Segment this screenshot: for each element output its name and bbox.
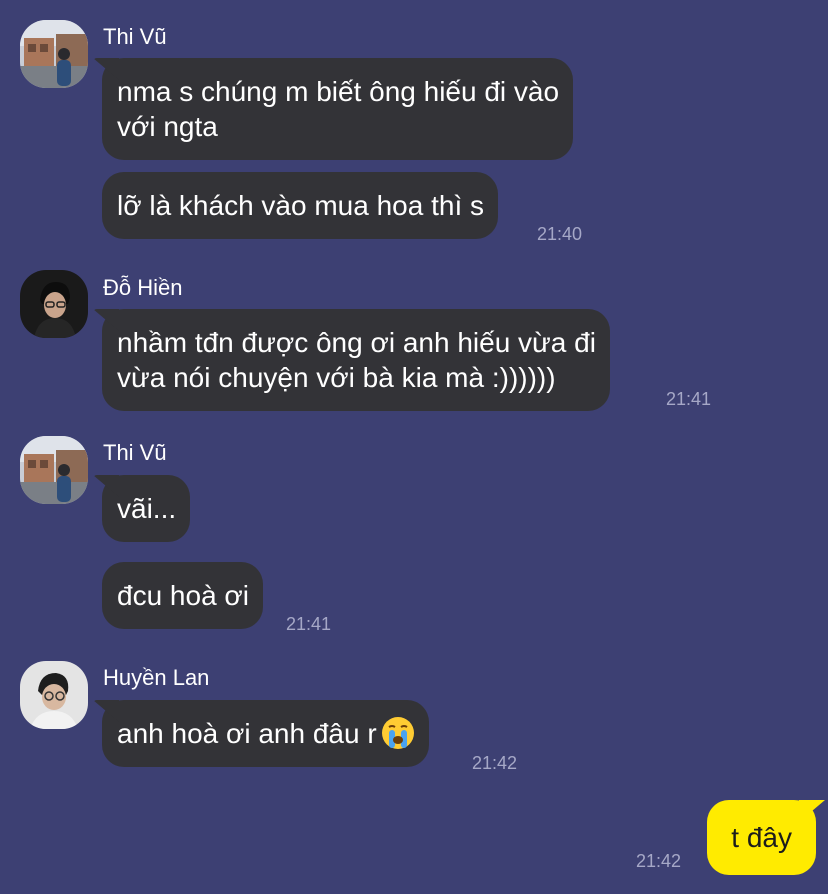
timestamp: 21:41 [666,389,712,409]
message-text: anh hoà ơi anh đâu r [117,718,377,749]
message-bubble[interactable]: nhầm tđn được ông ơi anh hiếu vừa đi vừa… [102,309,610,411]
sender-name: Thi Vũ [103,440,167,465]
message-bubble[interactable]: nma s chúng m biết ông hiếu đi vào với n… [102,58,574,160]
avatar-thi-vu[interactable] [20,20,88,88]
timestamp: 21:41 [286,614,332,634]
message-text: lỡ là khách vào mua hoa thì s [117,190,485,221]
message-text: t đây [731,822,792,853]
crying-face-icon [381,716,414,749]
message-bubble[interactable]: anh hoà ơi anh đâu r [102,700,429,767]
message-text: vãi... [117,493,177,524]
sender-name: Đỗ Hiền [103,275,183,300]
timestamp: 21:42 [472,753,518,773]
avatar-thi-vu[interactable] [20,436,88,504]
message-text: nhầm tđn được ông ơi anh hiếu vừa đi vừa… [117,327,596,393]
avatar-do-hien[interactable] [20,270,88,338]
message-text: nma s chúng m biết ông hiếu đi vào với n… [117,76,560,142]
message-bubble[interactable]: lỡ là khách vào mua hoa thì s [102,172,499,239]
message-bubble[interactable]: vãi... [102,475,191,542]
chat-area: Thi Vũ nma s chúng m biết ông hiếu đi và… [0,0,828,894]
message-text: đcu hoà ơi [117,580,250,611]
sender-name: Huyền Lan [103,665,210,690]
timestamp: 21:40 [537,224,583,244]
my-message-bubble[interactable]: t đây [707,800,816,875]
timestamp: 21:42 [636,851,682,871]
sender-name: Thi Vũ [103,24,167,49]
avatar-huyen-lan[interactable] [20,661,88,729]
message-bubble[interactable]: đcu hoà ơi [102,562,264,629]
